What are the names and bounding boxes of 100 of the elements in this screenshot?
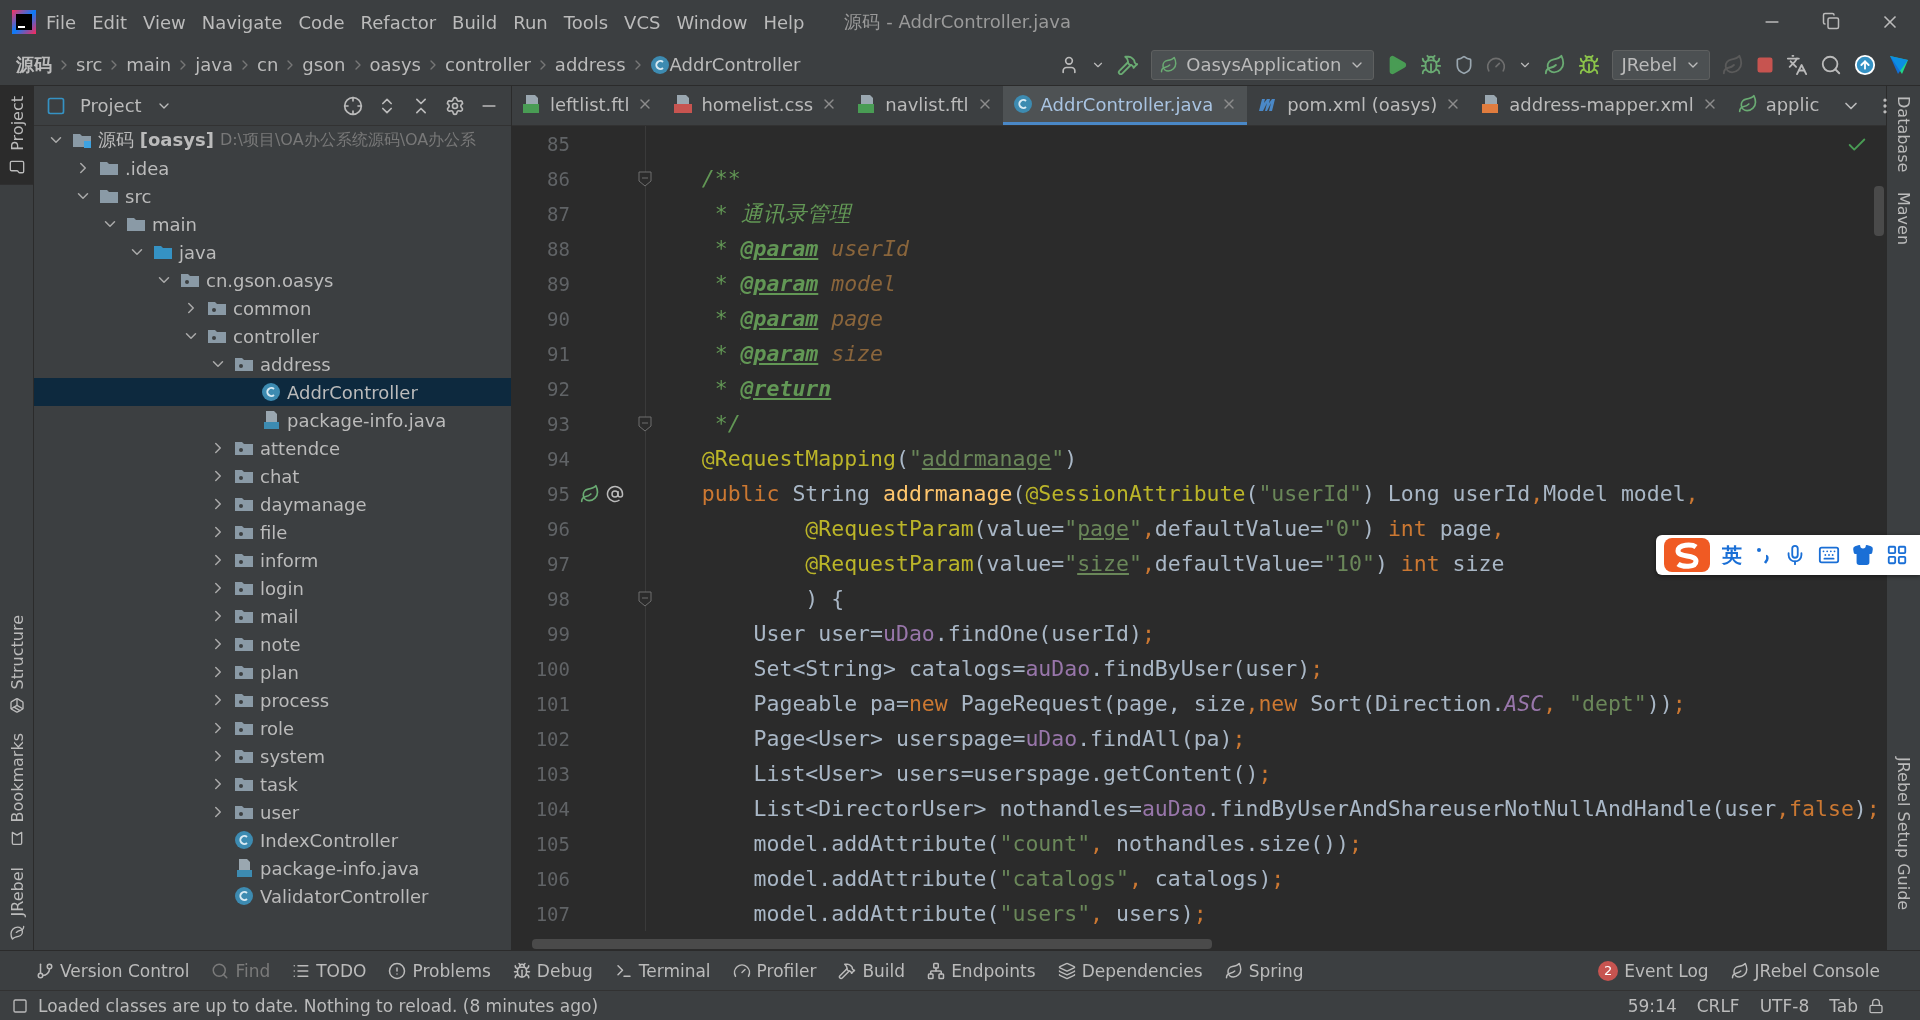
- keyboard-icon[interactable]: [1818, 544, 1840, 566]
- restore-icon[interactable]: [1822, 12, 1840, 30]
- breadcrumb[interactable]: oasys: [369, 54, 421, 75]
- tree-item[interactable]: process: [34, 686, 511, 714]
- tree-item[interactable]: address: [34, 350, 511, 378]
- status-item[interactable]: UTF-8: [1759, 995, 1810, 1016]
- tree-item[interactable]: login: [34, 574, 511, 602]
- menu-item[interactable]: Navigate: [195, 11, 289, 33]
- tool-window-tab[interactable]: JRebel Setup Guide: [1886, 746, 1920, 920]
- tool-window-button[interactable]: Dependencies: [1057, 960, 1203, 981]
- stop-icon[interactable]: [1756, 55, 1774, 74]
- tree-item[interactable]: task: [34, 770, 511, 798]
- tree-item[interactable]: java: [34, 238, 511, 266]
- tree-item[interactable]: daymanage: [34, 490, 511, 518]
- grid-icon[interactable]: [1886, 544, 1908, 566]
- breadcrumb[interactable]: 源码: [16, 52, 52, 77]
- status-item[interactable]: 59:14: [1627, 995, 1677, 1016]
- editor-tab[interactable]: navlist.ftl: [847, 86, 1003, 125]
- ime-logo-icon[interactable]: [1664, 538, 1710, 572]
- tool-window-tab[interactable]: Structure: [0, 604, 34, 724]
- tree-item[interactable]: ValidatorController: [34, 882, 511, 910]
- menu-item[interactable]: Refactor: [354, 11, 443, 33]
- editor-tab[interactable]: address-mapper.xml: [1471, 86, 1728, 125]
- scrollbar[interactable]: [1874, 186, 1884, 236]
- fold-marker-icon[interactable]: [638, 590, 652, 607]
- shirt-icon[interactable]: [1852, 544, 1874, 566]
- tool-window-button[interactable]: 2 Event Log: [1598, 960, 1709, 981]
- tree-item[interactable]: plan: [34, 658, 511, 686]
- menu-item[interactable]: Run: [507, 11, 554, 33]
- crosshair-icon[interactable]: [343, 95, 363, 116]
- editor-tab[interactable]: pom.xml (oasys): [1247, 86, 1472, 125]
- menu-item[interactable]: Tools: [557, 11, 615, 33]
- tree-item[interactable]: inform: [34, 546, 511, 574]
- tree-item[interactable]: package-info.java: [34, 854, 511, 882]
- tree-item[interactable]: role: [34, 714, 511, 742]
- tree-item[interactable]: system: [34, 742, 511, 770]
- tree-item[interactable]: chat: [34, 462, 511, 490]
- leaf-icon[interactable]: [580, 483, 600, 504]
- panel-title[interactable]: Project: [80, 95, 142, 116]
- ime-mode[interactable]: 英: [1722, 541, 1742, 569]
- translate-icon[interactable]: [1786, 53, 1808, 76]
- update-icon[interactable]: [1854, 53, 1876, 76]
- debug-icon[interactable]: [1420, 53, 1443, 76]
- menu-item[interactable]: View: [137, 11, 192, 33]
- tool-window-button[interactable]: Spring: [1224, 960, 1304, 981]
- tree-item[interactable]: cn.gson.oasys: [34, 266, 511, 294]
- status-item[interactable]: Tab: [1829, 995, 1858, 1016]
- tree-item[interactable]: src: [34, 182, 511, 210]
- tree-item[interactable]: package-info.java: [34, 406, 511, 434]
- tool-window-button[interactable]: Debug: [512, 960, 593, 981]
- editor-tab[interactable]: leftlist.ftl: [512, 86, 664, 125]
- tool-window-tab[interactable]: Bookmarks: [0, 723, 34, 857]
- leaf-icon[interactable]: [1544, 53, 1567, 76]
- bug-icon[interactable]: [1578, 53, 1601, 76]
- tree-item[interactable]: user: [34, 798, 511, 826]
- tool-window-button[interactable]: Build: [838, 960, 906, 981]
- tree-item[interactable]: attendce: [34, 434, 511, 462]
- menu-item[interactable]: Build: [446, 11, 504, 33]
- tool-window-button[interactable]: Endpoints: [927, 960, 1036, 981]
- tool-window-tab[interactable]: Database: [1886, 86, 1920, 183]
- jrebel-dropdown[interactable]: JRebel: [1612, 49, 1710, 80]
- tree-item[interactable]: file: [34, 518, 511, 546]
- editor-tab[interactable]: applic: [1727, 86, 1830, 125]
- tree-item[interactable]: IndexController: [34, 826, 511, 854]
- scrollbar[interactable]: [532, 939, 1212, 949]
- menu-item[interactable]: Window: [670, 11, 754, 33]
- tool-window-tab[interactable]: JRebel: [0, 856, 34, 950]
- tool-window-tab[interactable]: Maven: [1886, 182, 1920, 256]
- tree-item[interactable]: controller: [34, 322, 511, 350]
- run-config-dropdown[interactable]: OasysApplication: [1151, 49, 1375, 80]
- shield-icon[interactable]: [1454, 54, 1475, 75]
- breadcrumb[interactable]: controller: [445, 54, 531, 75]
- menu-item[interactable]: Help: [757, 11, 811, 33]
- breadcrumb[interactable]: cn: [257, 54, 279, 75]
- breadcrumb[interactable]: address: [554, 54, 626, 75]
- tool-window-button[interactable]: TODO: [292, 960, 367, 981]
- at-sign-icon[interactable]: [606, 484, 624, 503]
- layout-icon[interactable]: [12, 997, 28, 1014]
- tool-window-button[interactable]: Problems: [388, 960, 491, 981]
- tree-item[interactable]: mail: [34, 602, 511, 630]
- menu-item[interactable]: File: [40, 11, 83, 33]
- settings-icon[interactable]: [445, 95, 465, 116]
- menu-item[interactable]: VCS: [618, 11, 667, 33]
- fold-marker-icon[interactable]: [638, 170, 652, 187]
- tool-window-button[interactable]: Profiler: [732, 960, 817, 981]
- menu-item[interactable]: Edit: [86, 11, 133, 33]
- menu-item[interactable]: Code: [292, 11, 351, 33]
- editor-tab[interactable]: homelist.css: [663, 86, 848, 125]
- tool-window-button[interactable]: Version Control: [36, 960, 190, 981]
- editor-tab[interactable]: AddrController.java: [1002, 86, 1248, 125]
- tool-window-button[interactable]: JRebel Console: [1730, 960, 1880, 981]
- hammer-icon[interactable]: [1117, 53, 1140, 76]
- search-icon[interactable]: [1820, 53, 1842, 76]
- tool-window-tab[interactable]: Project: [0, 86, 34, 185]
- breadcrumb[interactable]: AddrController: [669, 54, 801, 75]
- app-logo-icon[interactable]: [1888, 53, 1910, 76]
- tool-window-button[interactable]: Terminal: [614, 960, 711, 981]
- status-item[interactable]: CRLF: [1696, 995, 1740, 1016]
- breadcrumb[interactable]: gson: [302, 54, 346, 75]
- tree-item[interactable]: main: [34, 210, 511, 238]
